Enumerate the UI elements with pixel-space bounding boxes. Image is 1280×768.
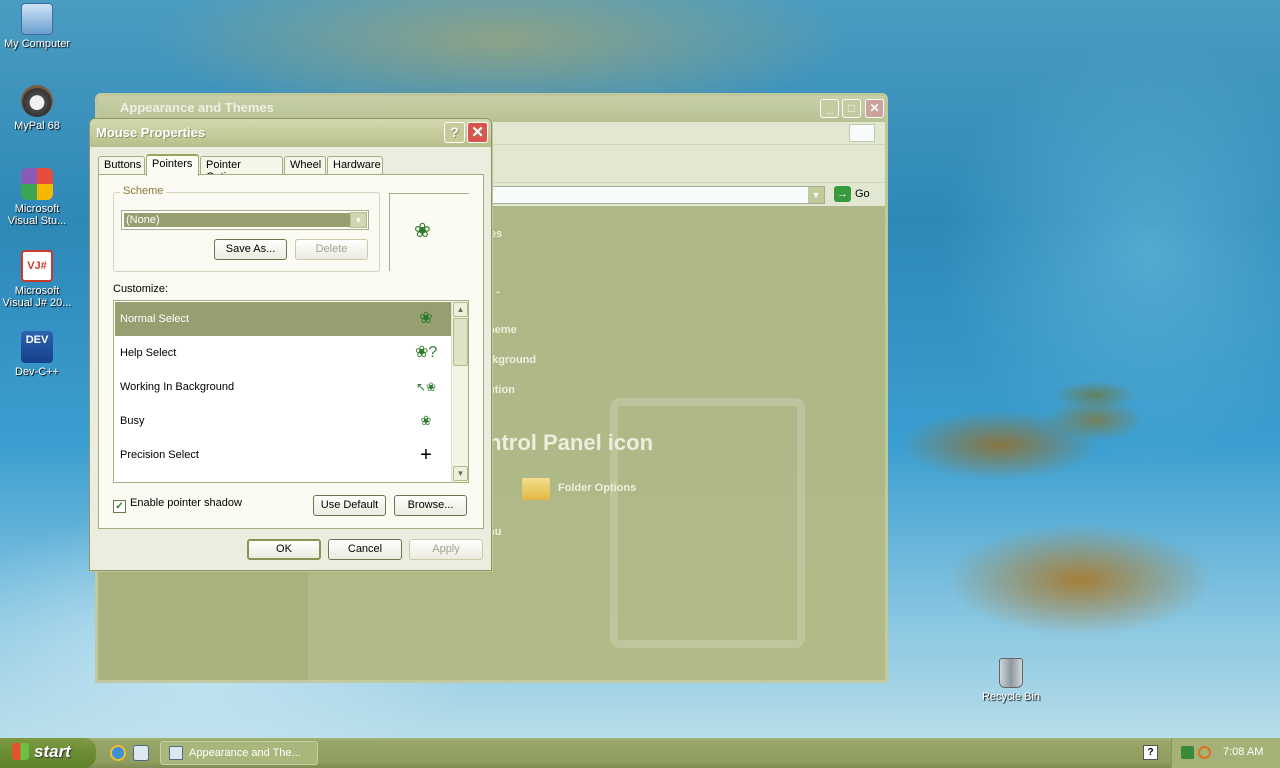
bg-window-title: Appearance and Themes [120,100,274,115]
list-item[interactable]: Precision Select + [115,438,451,472]
system-tray: 7:08 AM [1171,738,1280,768]
clock: 7:08 AM [1223,746,1264,758]
desktop-icon-devcpp[interactable]: DEV Dev-C++ [0,331,74,378]
scroll-up-icon[interactable]: ▲ [453,302,468,317]
windows-logo-icon [849,124,875,142]
cancel-button[interactable]: Cancel [328,539,402,560]
chevron-down-icon[interactable]: ▼ [808,187,824,203]
desktop-icon-label: Microsoft Visual J# 20... [2,285,72,309]
network-tray-icon[interactable] [1181,746,1194,759]
pointer-preview: ❀ [389,193,469,271]
list-item-label: Normal Select [120,313,190,325]
help-select-cursor-icon: ❀? [415,344,438,361]
desktop-icon-my-computer[interactable]: My Computer [0,3,74,50]
desktop-icon-label: MyPal 68 [14,120,60,132]
close-icon[interactable]: ✕ [467,122,488,143]
list-item-label: Help Select [120,347,177,359]
divider-dash: - [496,286,500,298]
normal-select-cursor-icon: ❀ [419,310,433,327]
customize-label: Customize: [113,283,169,295]
internet-explorer-icon[interactable] [110,745,126,761]
help-icon[interactable]: ? [444,122,465,143]
delete-button[interactable]: Delete [295,239,368,260]
visual-jsharp-icon: VJ# [21,250,53,282]
checkbox-checked-icon[interactable]: ✓ [113,500,126,513]
apply-button[interactable]: Apply [409,539,483,560]
pointer-list[interactable]: Normal Select ❀ Help Select ❀? Working I… [113,300,469,483]
tab-buttons[interactable]: Buttons [98,156,145,175]
enable-pointer-shadow-label: Enable pointer shadow [130,497,242,509]
minimize-icon[interactable]: _ [820,99,839,118]
windows-flag-icon [12,743,29,760]
scheme-legend: Scheme [120,185,167,197]
leaf-cursor-icon: ❀ [414,220,431,242]
close-icon[interactable]: ✕ [865,99,884,118]
pick-control-panel-icon-heading: ntrol Panel icon [488,430,654,455]
address-input[interactable]: ▼ [490,186,825,204]
desktop-icon-label: Recycle Bin [981,691,1041,703]
search-tray-icon[interactable] [1198,746,1211,759]
folder-options-link[interactable]: Folder Options [558,482,636,494]
start-button[interactable]: start [0,738,96,768]
tab-pointer-options[interactable]: Pointer Options [200,156,283,183]
browse-button[interactable]: Browse... [394,495,467,516]
tab-hardware[interactable]: Hardware [327,156,383,175]
start-label: start [34,742,71,761]
busy-cursor-icon: ❀ [420,413,432,428]
enable-pointer-shadow-checkbox[interactable]: ✓ Enable pointer shadow [113,497,242,513]
scheme-group: Scheme [113,185,380,272]
ok-button[interactable]: OK [247,539,321,560]
tab-wheel[interactable]: Wheel [284,156,326,175]
scheme-select[interactable]: (None) ▼ [121,210,369,230]
list-item-label: Working In Background [120,381,235,393]
show-desktop-icon[interactable] [133,745,149,761]
list-item[interactable]: Working In Background ↖❀ [115,370,451,404]
desktop-icon-label: Dev-C++ [14,366,60,378]
recycle-bin-icon [999,658,1023,688]
desktop-icon-mypal[interactable]: MyPal 68 [0,85,74,132]
mouse-properties-dialog: Mouse Properties ? ✕ Buttons Pointers Po… [89,118,492,571]
go-arrow-icon: → [834,186,851,202]
scroll-down-icon[interactable]: ▼ [453,466,468,481]
taskbar-item-appearance[interactable]: Appearance and The... [160,741,318,765]
go-button[interactable]: → Go [834,186,874,204]
pointers-tab-page: Scheme (None) ▼ Save As... Delete ❀ Cust… [98,174,484,529]
desktop-icon-label: My Computer [3,38,71,50]
go-label: Go [855,188,870,200]
save-as-button[interactable]: Save As... [214,239,287,260]
control-panel-icon [169,746,183,760]
scroll-thumb[interactable] [453,318,468,366]
list-scrollbar[interactable]: ▲ ▼ [451,301,468,482]
desktop-icon-recycle-bin[interactable]: Recycle Bin [974,658,1048,703]
task-change-resolution[interactable]: ution [488,384,515,396]
taskbar-item-label: Appearance and The... [189,747,301,759]
use-default-button[interactable]: Use Default [313,495,386,516]
list-item-label: Precision Select [120,449,199,461]
desktop-icon-label: Microsoft Visual Stu... [7,203,67,227]
chevron-down-icon[interactable]: ▼ [350,212,367,228]
list-item[interactable]: Busy ❀ [115,404,451,438]
dialog-titlebar[interactable]: Mouse Properties ? ✕ [90,119,491,147]
dialog-title: Mouse Properties [96,125,206,140]
working-background-cursor-icon: ↖❀ [415,380,437,394]
crosshair-cursor-icon: + [420,444,432,466]
list-item[interactable]: Help Select ❀? [115,336,451,370]
maximize-icon[interactable]: □ [842,99,861,118]
desktop-icon-visual-jsharp[interactable]: VJ# Microsoft Visual J# 20... [0,250,74,309]
visual-studio-icon [21,168,53,200]
list-item[interactable]: Normal Select ❀ [115,302,451,336]
desktop: My Computer MyPal 68 Microsoft Visual St… [0,0,1280,738]
help-tray-icon[interactable]: ? [1143,745,1158,760]
scheme-selected-value: (None) [124,213,350,227]
task-change-theme[interactable]: heme [488,324,517,336]
folder-icon [522,478,550,500]
task-change-background[interactable]: ckground [486,354,536,366]
devcpp-icon: DEV [21,331,53,363]
desktop-icon-visual-studio[interactable]: Microsoft Visual Stu... [0,168,74,227]
raccoon-browser-icon [21,85,53,117]
list-item-label: Busy [120,415,145,427]
computer-icon [21,3,53,35]
taskbar: start Appearance and The... ? 7:08 AM [0,738,1280,768]
tab-pointers[interactable]: Pointers [146,154,199,176]
